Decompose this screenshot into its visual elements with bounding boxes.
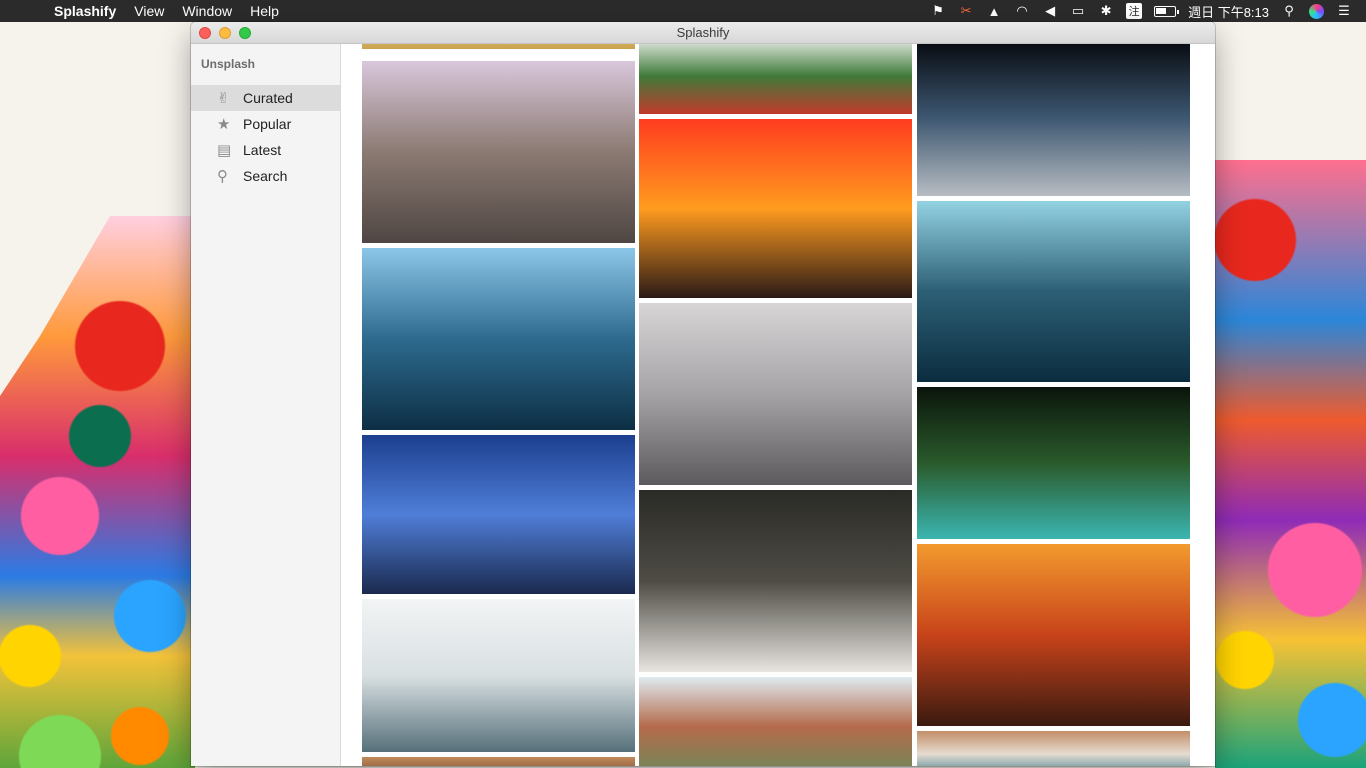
photo-ocean-swimmer[interactable] xyxy=(362,248,635,430)
sidebar: Unsplash ✌ Curated ★ Popular ▤ Latest ⚲ … xyxy=(191,44,341,766)
evernote-icon[interactable]: ⚑ xyxy=(930,3,946,19)
drive-icon[interactable]: ▲ xyxy=(986,4,1002,19)
photo-gallery[interactable] xyxy=(342,44,1215,766)
sidebar-item-label: Popular xyxy=(243,116,292,132)
notification-center-icon[interactable]: ☰ xyxy=(1336,3,1352,19)
window-controls xyxy=(199,27,251,39)
sidebar-item-label: Curated xyxy=(243,90,293,106)
sidebar-item-popular[interactable]: ★ Popular xyxy=(191,111,340,137)
menu-window[interactable]: Window xyxy=(182,3,232,19)
battery-icon[interactable] xyxy=(1154,5,1180,17)
app-window: Splashify Unsplash ✌ Curated ★ Popular ▤… xyxy=(191,22,1215,766)
photo-island-clouds[interactable] xyxy=(362,599,635,752)
status-area: ⚑ ✂ ▲ ◠ ◀ ▭ ✱ 注 週日 下午8:13 ⚲ ☰ xyxy=(930,2,1366,21)
zoom-button[interactable] xyxy=(239,27,251,39)
sidebar-item-search[interactable]: ⚲ Search xyxy=(191,163,340,189)
bluetooth-icon[interactable]: ✱ xyxy=(1098,3,1114,19)
photo-sunset-planes[interactable] xyxy=(917,544,1190,726)
app-menu[interactable]: Splashify xyxy=(54,3,116,19)
close-button[interactable] xyxy=(199,27,211,39)
photo-aerial-beach[interactable] xyxy=(917,731,1190,766)
magnifier-icon: ⚲ xyxy=(217,168,228,185)
minimize-button[interactable] xyxy=(219,27,231,39)
menu-view[interactable]: View xyxy=(134,3,164,19)
photo-hint-top-left[interactable] xyxy=(362,44,635,49)
window-title: Splashify xyxy=(676,25,730,40)
clock[interactable]: 週日 下午8:13 xyxy=(1188,2,1269,21)
airplay-icon[interactable]: ▭ xyxy=(1070,3,1086,19)
scissors-icon[interactable]: ✂ xyxy=(958,3,974,19)
wallpaper-art-right xyxy=(1215,120,1366,768)
title-bar[interactable]: Splashify xyxy=(191,22,1215,44)
menu-help[interactable]: Help xyxy=(250,3,279,19)
photo-red-berries[interactable] xyxy=(639,44,912,114)
clapperboard-icon: ▤ xyxy=(217,142,232,159)
star-icon: ★ xyxy=(217,116,231,133)
photo-swan[interactable] xyxy=(639,490,912,672)
photo-colorful-hills[interactable] xyxy=(639,677,912,766)
photo-fiery-sky[interactable] xyxy=(639,119,912,298)
photo-rock-mountain-mist[interactable] xyxy=(362,61,635,243)
sidebar-item-latest[interactable]: ▤ Latest xyxy=(191,137,340,163)
sidebar-item-label: Latest xyxy=(243,142,282,158)
wifi-icon[interactable]: ◠ xyxy=(1014,3,1030,19)
photo-hint-bottom-left[interactable] xyxy=(362,757,635,766)
wallpaper-art-left xyxy=(0,126,195,768)
photo-moon-clouds[interactable] xyxy=(917,44,1190,196)
photo-forest-waterfall[interactable] xyxy=(917,387,1190,539)
sidebar-item-label: Search xyxy=(243,168,288,184)
photo-lava-ocean[interactable] xyxy=(917,201,1190,382)
photo-foggy-bridge[interactable] xyxy=(639,303,912,485)
input-method-icon[interactable]: 注 xyxy=(1126,3,1143,19)
siri-icon[interactable] xyxy=(1309,3,1324,19)
volume-icon[interactable]: ◀ xyxy=(1042,3,1058,19)
photo-lighthouse-blue[interactable] xyxy=(362,435,635,594)
sidebar-section-title: Unsplash xyxy=(201,57,256,71)
spotlight-search-icon[interactable]: ⚲ xyxy=(1281,3,1297,19)
sidebar-item-curated[interactable]: ✌ Curated xyxy=(191,85,340,111)
thumbs-up-icon: ✌ xyxy=(217,90,230,107)
menu-bar: Splashify View Window Help ⚑ ✂ ▲ ◠ ◀ ▭ ✱… xyxy=(0,0,1366,22)
